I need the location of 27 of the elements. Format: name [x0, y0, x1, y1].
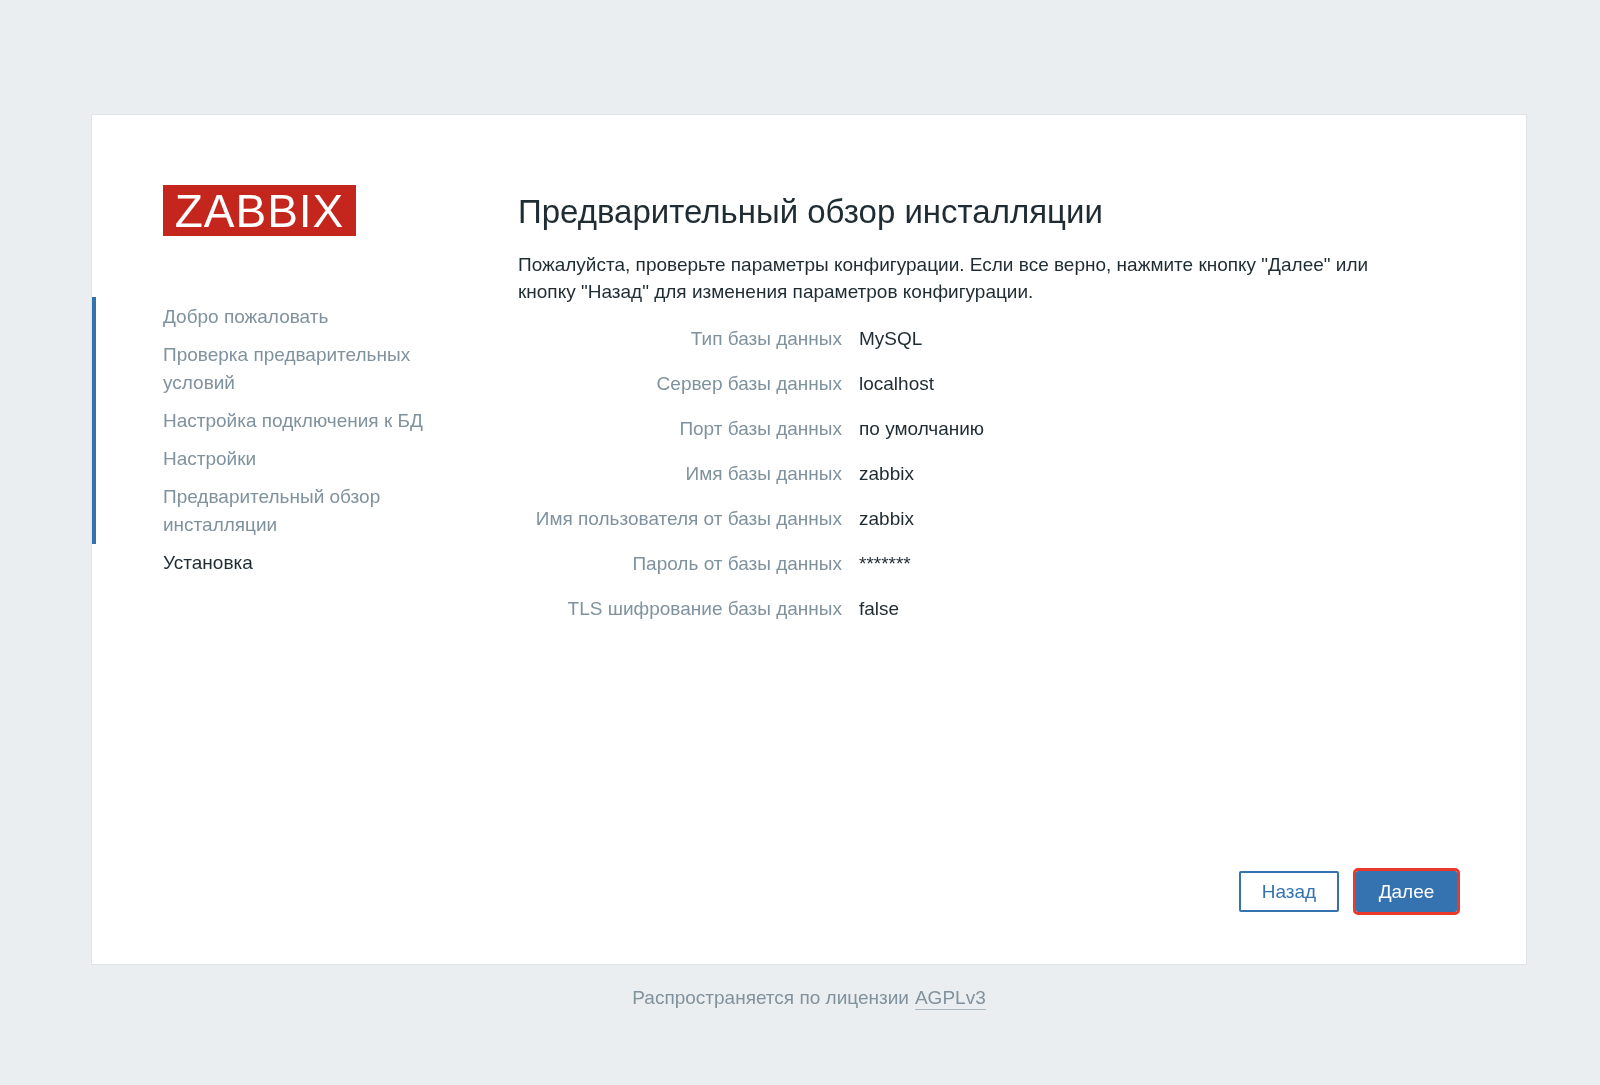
- param-value: *******: [859, 552, 912, 576]
- param-value: zabbix: [859, 507, 915, 531]
- param-label: Сервер базы данных: [655, 372, 842, 396]
- param-value: zabbix: [859, 462, 915, 486]
- license-text: Распространяется по лицензии: [632, 987, 909, 1010]
- param-value: по умолчанию: [859, 417, 986, 441]
- page-title: Предварительный обзор инсталляции: [518, 193, 1104, 231]
- param-value: MySQL: [859, 327, 924, 351]
- step-label: Установка: [162, 551, 254, 575]
- step-label: Настройка подключения к БД: [162, 409, 424, 433]
- param-value: false: [859, 597, 901, 621]
- description: Пожалуйста, проверьте параметры конфигурации. Если все верно, нажмите кнопку "Далее" или кнопку "Назад" для изменения параметров конфигурации.: [518, 253, 1370, 304]
- logo: ZABBIX: [163, 185, 356, 236]
- param-label: Имя базы данных: [684, 462, 842, 486]
- step-label: Предварительный обзор инсталляции: [162, 485, 382, 537]
- back-button[interactable]: Назад: [1239, 871, 1339, 912]
- param-label: TLS шифрование базы данных: [566, 597, 842, 621]
- param-label: Тип базы данных: [689, 327, 842, 351]
- param-label: Пароль от базы данных: [631, 552, 842, 576]
- param-label: Порт базы данных: [678, 417, 842, 441]
- step-label: Настройки: [162, 447, 258, 471]
- license-link[interactable]: AGPLv3: [914, 987, 986, 1010]
- step-label: Проверка предварительных условий: [162, 343, 412, 395]
- step-label: Добро пожаловать: [162, 305, 330, 329]
- next-button[interactable]: Далее: [1356, 871, 1457, 912]
- param-label: Имя пользователя от базы данных: [534, 507, 842, 531]
- param-value: localhost: [859, 372, 935, 396]
